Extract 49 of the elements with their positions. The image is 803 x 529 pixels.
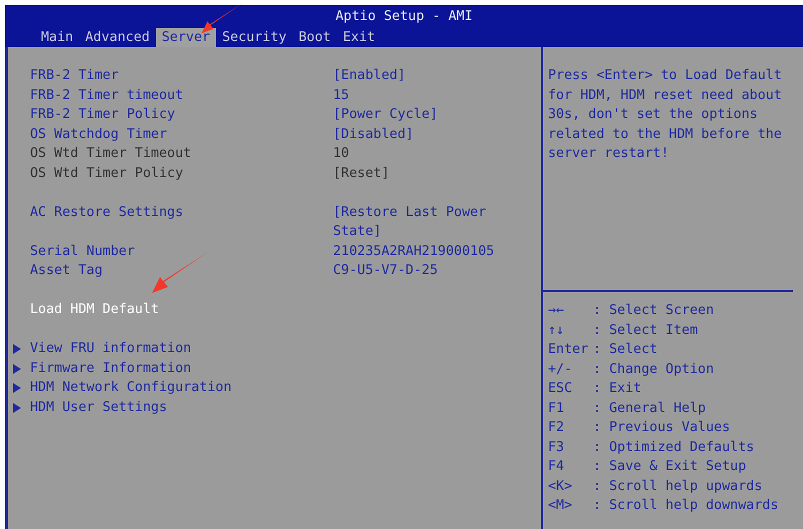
setting-value[interactable]: [Enabled]: [333, 66, 503, 86]
tab[interactable]: Advanced: [79, 28, 156, 47]
key-name: ESC: [548, 380, 574, 398]
key-name: <M>: [548, 497, 574, 515]
menu-item[interactable]: HDM Network Configuration: [30, 378, 333, 398]
menu-item[interactable]: FRB-2 Timer timeout: [30, 86, 333, 105]
key-name: Enter: [548, 341, 590, 359]
tab[interactable]: Server: [156, 28, 216, 47]
menu-item[interactable]: HDM User Settings: [30, 398, 333, 417]
key-description: : Scroll help downwards: [593, 497, 778, 515]
key-name: <K>: [548, 478, 574, 496]
menu-item[interactable]: Serial Number: [30, 242, 333, 261]
tab[interactable]: Main: [35, 28, 80, 47]
key-description: : Previous Values: [593, 419, 730, 437]
key-description: : Select: [593, 341, 658, 359]
key-description: : Scroll help upwards: [593, 478, 762, 496]
menu-item[interactable]: FRB-2 Timer: [30, 66, 333, 86]
key-description: : Exit: [593, 380, 642, 398]
key-name: F2: [548, 419, 566, 437]
menu-item[interactable]: Firmware Information: [30, 358, 333, 378]
setting-value[interactable]: 15: [333, 86, 503, 105]
menu-item[interactable]: FRB-2 Timer Policy: [30, 105, 333, 124]
setting-value[interactable]: [Restore Last Power State]: [333, 202, 503, 242]
key-name: ↑↓: [548, 322, 566, 340]
tab[interactable]: Security: [216, 28, 293, 47]
menu-item[interactable]: AC Restore Settings: [30, 202, 333, 222]
setting-value[interactable]: 210235A2RAH219000105: [333, 242, 503, 261]
setting-value[interactable]: C9-U5-V7-D-25: [333, 261, 503, 280]
menu-item[interactable]: Load HDM Default: [30, 300, 333, 320]
menu-item[interactable]: OS Watchdog Timer: [30, 124, 333, 144]
key-name: F3: [548, 438, 566, 456]
key-description: : Save & Exit Setup: [593, 458, 746, 476]
key-description: : Optimized Defaults: [593, 438, 754, 456]
window-title: Aptio Setup - AMI: [335, 8, 473, 26]
tab[interactable]: Boot: [292, 28, 337, 47]
setting-value[interactable]: [Power Cycle]: [333, 105, 503, 124]
key-name: F4: [548, 458, 566, 476]
tab[interactable]: Exit: [336, 28, 382, 47]
menu-item[interactable]: View FRU information: [30, 339, 333, 358]
key-description: : Select Item: [593, 322, 698, 340]
setting-value[interactable]: [Disabled]: [333, 124, 503, 144]
key-name: F1: [548, 400, 566, 418]
key-description: : General Help: [593, 400, 706, 418]
key-name: +/-: [548, 360, 574, 378]
help-text: Press <Enter> to Load Default for HDM, HDM reset need about 30s, don't set the options related to the HDM before the server restart!: [543, 47, 793, 292]
key-description: : Change Option: [593, 360, 714, 378]
key-name: →←: [548, 302, 566, 320]
key-description: : Select Screen: [593, 302, 714, 320]
menu-item[interactable]: Asset Tag: [30, 261, 333, 280]
